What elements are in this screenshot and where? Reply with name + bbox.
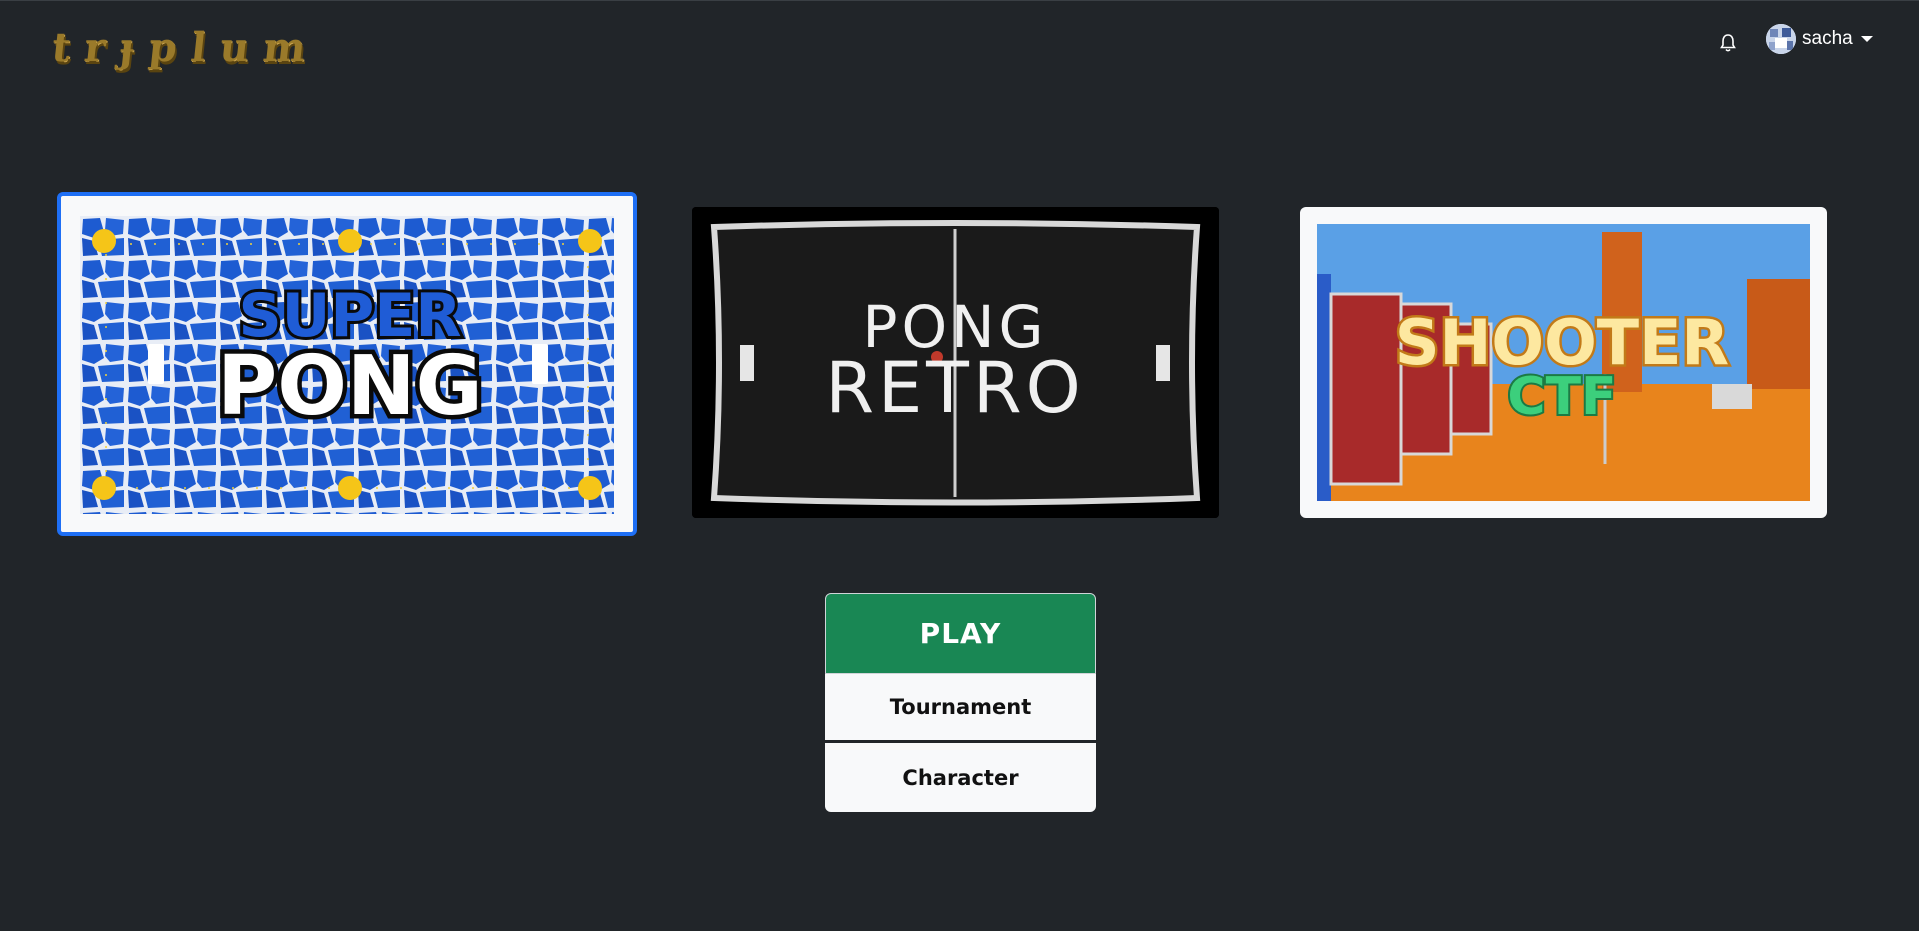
tournament-button[interactable]: Tournament: [825, 674, 1096, 743]
logo-text: trɟplum: [49, 23, 323, 71]
character-button[interactable]: Character: [825, 743, 1096, 812]
game-card-pong-retro[interactable]: PONG RETRO: [692, 207, 1219, 518]
game-card-shooter-ctf[interactable]: SHOOTER CTF: [1300, 207, 1827, 518]
pong-retro-thumbnail: PONG RETRO: [692, 207, 1219, 518]
bell-icon[interactable]: [1717, 32, 1739, 54]
username: sacha: [1802, 28, 1853, 49]
avatar: [1766, 24, 1796, 54]
play-button[interactable]: PLAY: [825, 593, 1096, 674]
shooter-ctf-thumbnail: SHOOTER CTF: [1317, 224, 1810, 501]
caret-down-icon: [1860, 36, 1873, 42]
super-pong-title-bottom: PONG: [217, 339, 483, 434]
user-menu[interactable]: sacha: [1766, 24, 1873, 54]
shooter-ctf-title-bottom: CTF: [1507, 367, 1616, 427]
pong-retro-title-bottom: RETRO: [825, 347, 1084, 429]
game-card-super-pong[interactable]: SUPER PONG: [57, 192, 637, 536]
top-divider: [0, 0, 1919, 1]
super-pong-thumbnail: SUPER PONG: [80, 216, 614, 514]
game-actions: PLAY Tournament Character: [825, 593, 1096, 812]
logo[interactable]: trɟplum: [49, 22, 323, 72]
